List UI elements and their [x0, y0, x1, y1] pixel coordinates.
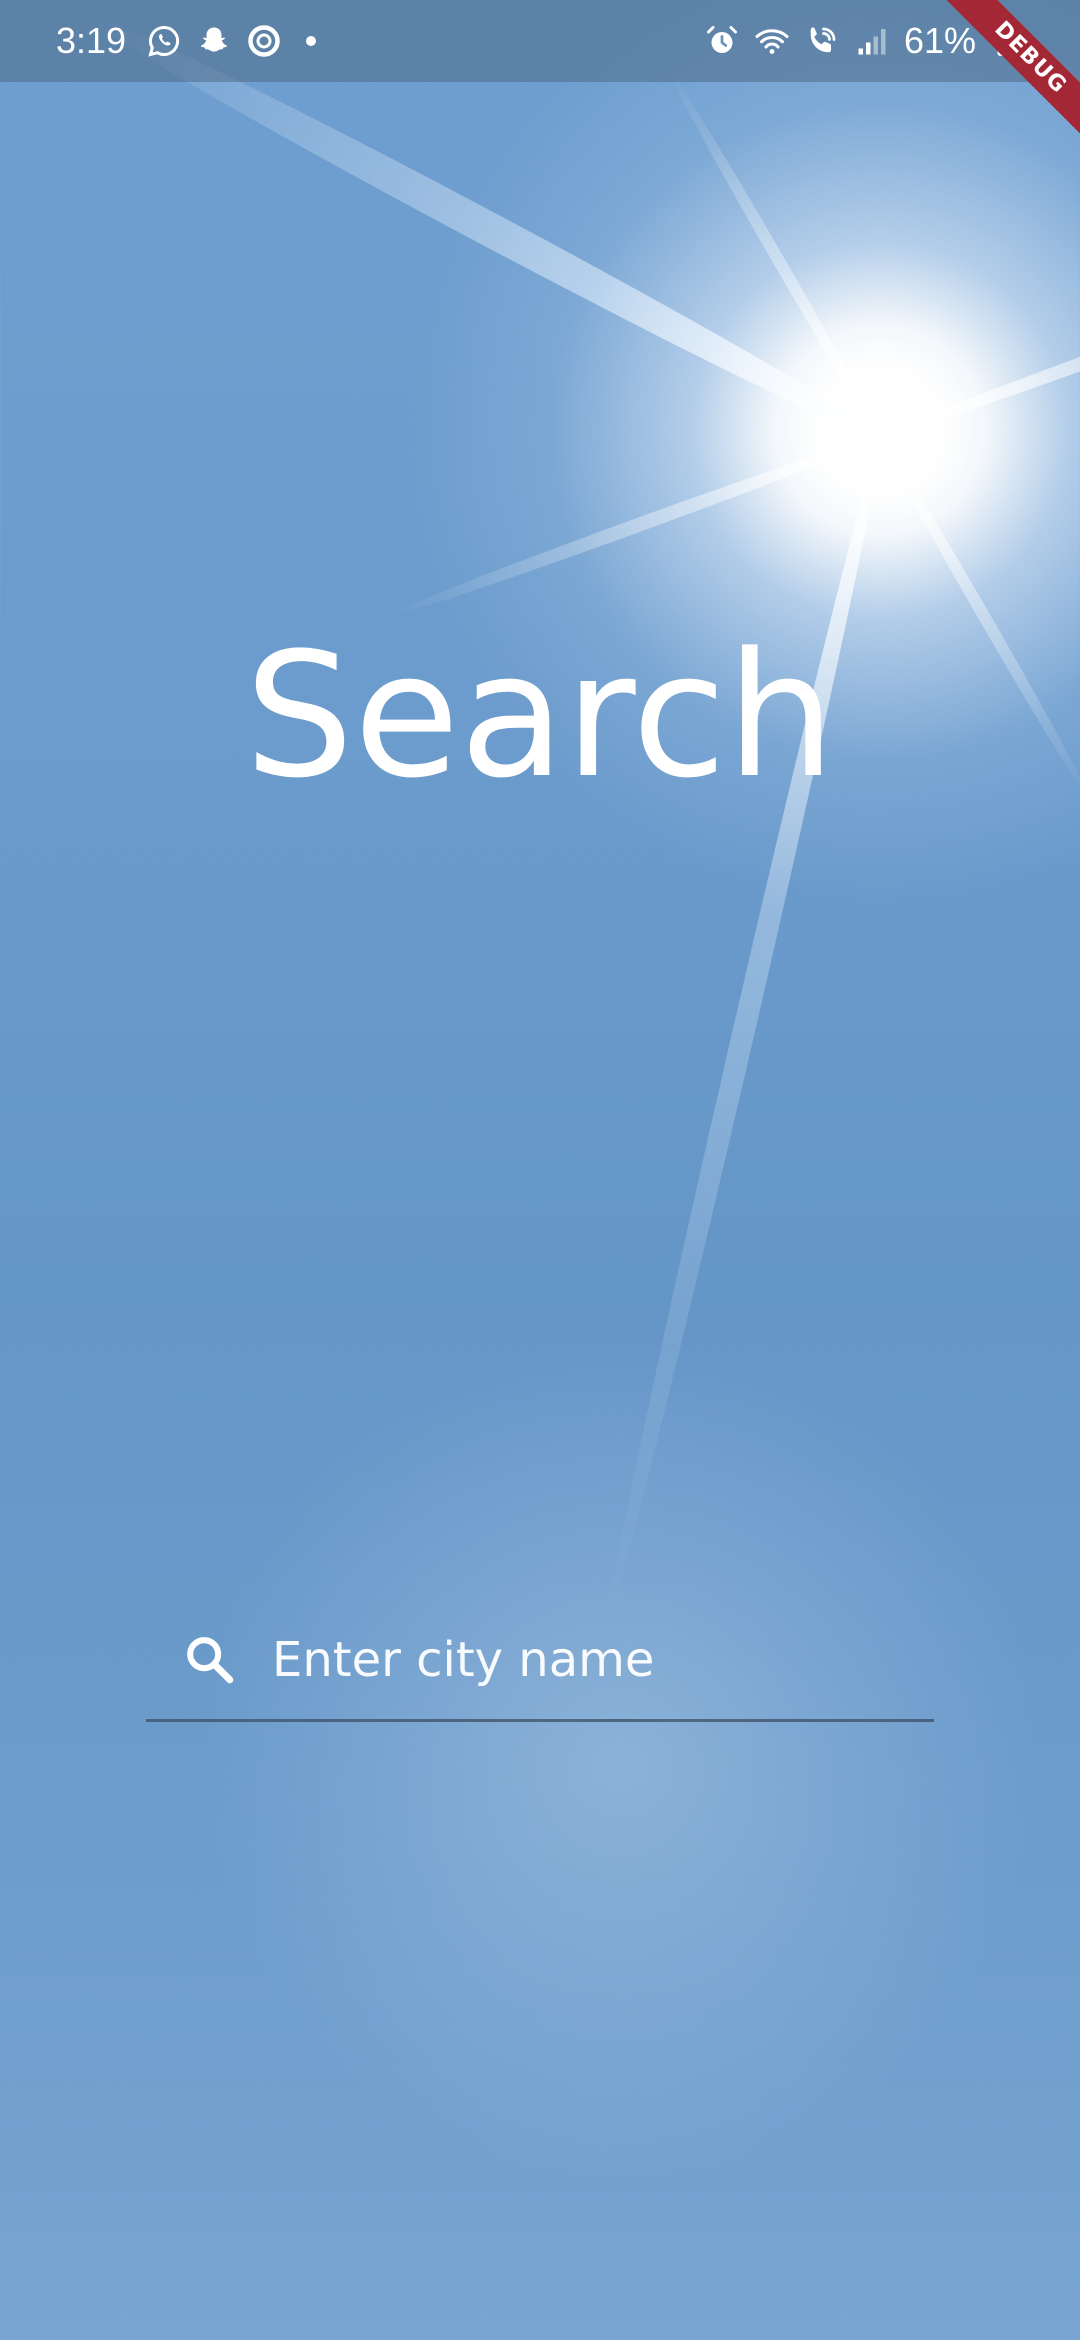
whatsapp-icon [146, 23, 182, 59]
status-bar: 3:19 61% [0, 0, 1080, 82]
city-search-field[interactable] [146, 1600, 934, 1722]
alarm-icon [704, 23, 740, 59]
signal-icon [854, 23, 890, 59]
battery-icon [990, 23, 1026, 59]
status-bar-left: 3:19 [56, 20, 317, 62]
ring-app-icon [246, 23, 282, 59]
snapchat-icon [196, 23, 232, 59]
sun-ray-decoration [388, 430, 883, 622]
notification-dot-icon [306, 36, 317, 46]
sun-ray-decoration [664, 69, 886, 439]
wifi-calling-icon [804, 23, 840, 59]
sun-ray-decoration [877, 252, 1080, 444]
status-bar-right: 61% [704, 20, 1026, 62]
city-search-input[interactable] [272, 1624, 934, 1695]
wifi-icon [754, 23, 790, 59]
status-time: 3:19 [56, 20, 127, 61]
search-icon [182, 1632, 238, 1688]
page-title: Search [244, 615, 836, 816]
battery-percent: 61% [903, 20, 976, 61]
